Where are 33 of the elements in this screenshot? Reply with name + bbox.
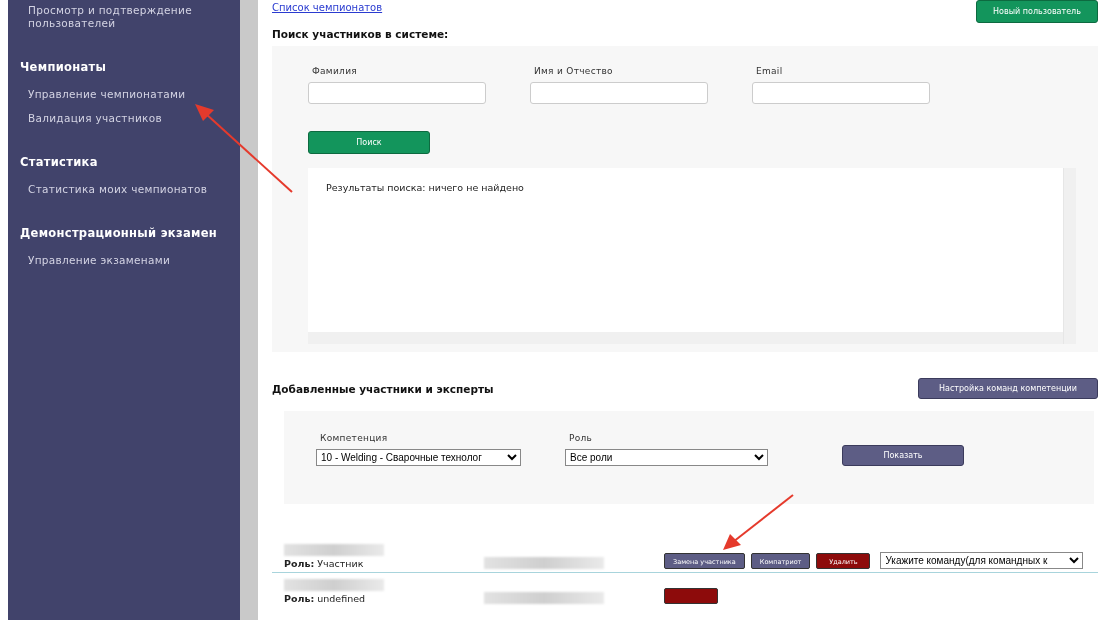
input-field[interactable] xyxy=(530,82,708,104)
field-label: Email xyxy=(755,66,784,76)
field-label: Фамилия xyxy=(311,66,359,76)
field-label: Роль xyxy=(568,433,594,443)
team-settings-button[interactable]: Настройка команд компетенции xyxy=(918,378,1098,399)
search-button[interactable]: Поиск xyxy=(308,131,430,154)
section-title: Добавленные участники и эксперты xyxy=(272,382,494,395)
sidebar-link[interactable]: Статистика моих чемпионатов xyxy=(20,183,228,196)
sidebar-link[interactable]: Управление чемпионатами xyxy=(20,88,228,101)
team-dropdown[interactable]: Укажите команду(для командных к xyxy=(880,552,1084,569)
new-user-button[interactable]: Новый пользователь xyxy=(976,0,1098,23)
sidebar-link[interactable]: Валидация участников xyxy=(20,112,228,125)
field-label: Компетенция xyxy=(319,433,389,443)
sidebar-heading: Демонстрационный экзамен xyxy=(20,227,218,240)
results-text: Результаты поиска: ничего не найдено xyxy=(326,182,524,193)
sidebar-link[interactable]: Просмотр и подтверждение пользователей xyxy=(20,4,228,30)
dropdown[interactable]: Все роли xyxy=(565,449,768,466)
championships-link[interactable]: Список чемпионатов xyxy=(272,2,383,13)
sidebar-link[interactable]: Управление экзаменами xyxy=(20,254,228,267)
delete-button[interactable] xyxy=(664,588,718,604)
input-field[interactable] xyxy=(308,82,486,104)
field-label: Имя и Отчество xyxy=(533,66,614,76)
role-text: Роль: Участник xyxy=(284,558,365,569)
sidebar-heading: Чемпионаты xyxy=(20,61,108,74)
role-text: Роль: undefined xyxy=(284,593,367,604)
horizontal-scrollbar[interactable] xyxy=(308,332,1063,344)
section-title: Поиск участников в системе: xyxy=(272,28,450,40)
annotation-arrow xyxy=(723,494,794,550)
vertical-scrollbar[interactable] xyxy=(1063,168,1076,344)
show-button[interactable]: Показать xyxy=(842,445,964,466)
input-field[interactable] xyxy=(752,82,930,104)
sidebar-heading: Статистика xyxy=(20,156,99,169)
dropdown[interactable]: 10 - Welding - Сварочные технолог xyxy=(316,449,521,466)
